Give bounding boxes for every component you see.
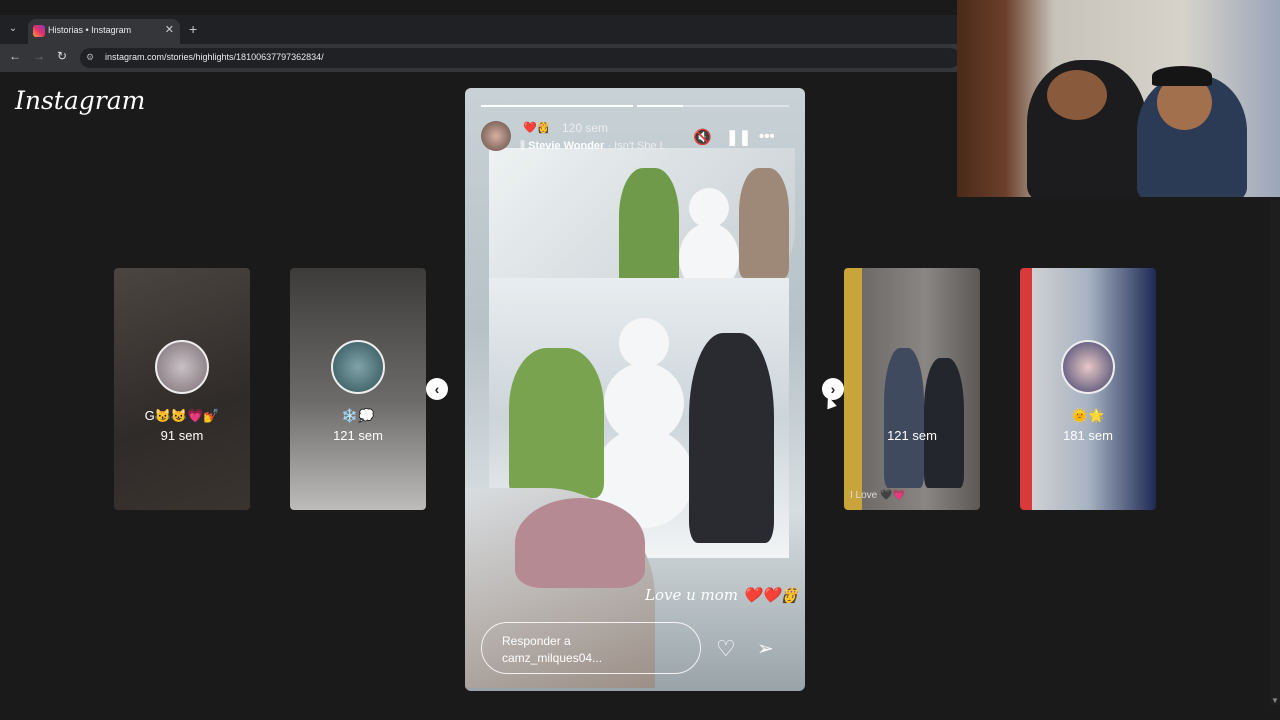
music-song: · Isn't She L [607, 140, 666, 152]
back-icon[interactable]: ← [9, 49, 21, 63]
story-user-emojis[interactable]: ❤️👸 [523, 121, 550, 134]
music-icon: ⫼ [520, 140, 529, 152]
avatar [331, 340, 385, 394]
music-artist: Stevie Wonder [528, 140, 605, 152]
like-heart-icon[interactable]: ♡ [716, 636, 736, 662]
story-preview-card-4[interactable]: 🌞🌟 181 sem [1020, 268, 1156, 510]
story-preview-card-3[interactable]: 121 sem I Love 🖤💗 [844, 268, 980, 510]
url-text: instagram.com/stories/highlights/1810063… [105, 52, 324, 62]
tab-title: Historias • Instagram [48, 25, 132, 35]
tab-search-icon[interactable]: ⌄ [6, 22, 20, 36]
story-music[interactable]: ⫼ Stevie Wonder · Isn't She L [520, 140, 666, 153]
avatar [155, 340, 209, 394]
story-preview-card-2[interactable]: ❄️💭 121 sem [290, 268, 426, 510]
story-time: 120 sem [562, 121, 609, 135]
site-info-icon[interactable]: ⚙ [86, 52, 96, 62]
reply-input[interactable]: Responder a camz_milques04... [481, 622, 701, 674]
story-preview-card-1[interactable]: G😼😺💗💅 91 sem [114, 268, 250, 510]
story-viewer[interactable]: ❤️👸 120 sem ⫼ Stevie Wonder · Isn't She … [465, 88, 805, 691]
webcam-overlay [957, 0, 1280, 197]
prev-story-button[interactable]: ‹ [426, 378, 448, 400]
card-time: 91 sem [160, 428, 204, 443]
story-progress [481, 105, 789, 107]
progress-bar-2 [637, 105, 789, 107]
address-bar[interactable]: ⚙ instagram.com/stories/highlights/18100… [80, 48, 960, 68]
card-emoji: G😼😺💗💅 [144, 408, 220, 423]
story-caption: Love u mom ❤️❤️👸 [645, 586, 799, 604]
reload-icon[interactable]: ↻ [57, 49, 67, 63]
card-time: 181 sem [1063, 428, 1113, 443]
more-options-icon[interactable]: ••• [759, 128, 775, 145]
browser-tab[interactable]: Historias • Instagram ✕ [28, 19, 180, 44]
instagram-favicon-icon [33, 25, 45, 37]
avatar [1061, 340, 1115, 394]
reply-placeholder-line1: Responder a [502, 634, 571, 648]
reply-placeholder-line2: camz_milques04... [502, 651, 603, 665]
scroll-down-icon[interactable]: ▼ [1271, 696, 1279, 705]
card-emoji: ❄️💭 [341, 408, 375, 423]
card-emoji: 🌞🌟 [1071, 408, 1105, 423]
card-time: 121 sem [887, 428, 937, 443]
close-tab-icon[interactable]: ✕ [165, 23, 174, 36]
progress-bar-1 [481, 105, 633, 107]
card-caption: I Love 🖤💗 [850, 490, 905, 501]
instagram-logo[interactable]: Instagram [15, 86, 145, 115]
story-avatar[interactable] [481, 121, 511, 151]
card-time: 121 sem [333, 428, 383, 443]
pause-icon[interactable]: ❚❚ [726, 128, 751, 146]
send-icon[interactable]: ➢ [757, 636, 774, 661]
mute-icon[interactable]: 🔇 [693, 128, 712, 146]
page-scrollbar[interactable]: ▼ [1270, 200, 1280, 705]
new-tab-button[interactable]: + [189, 21, 197, 37]
forward-icon[interactable]: → [33, 49, 45, 63]
